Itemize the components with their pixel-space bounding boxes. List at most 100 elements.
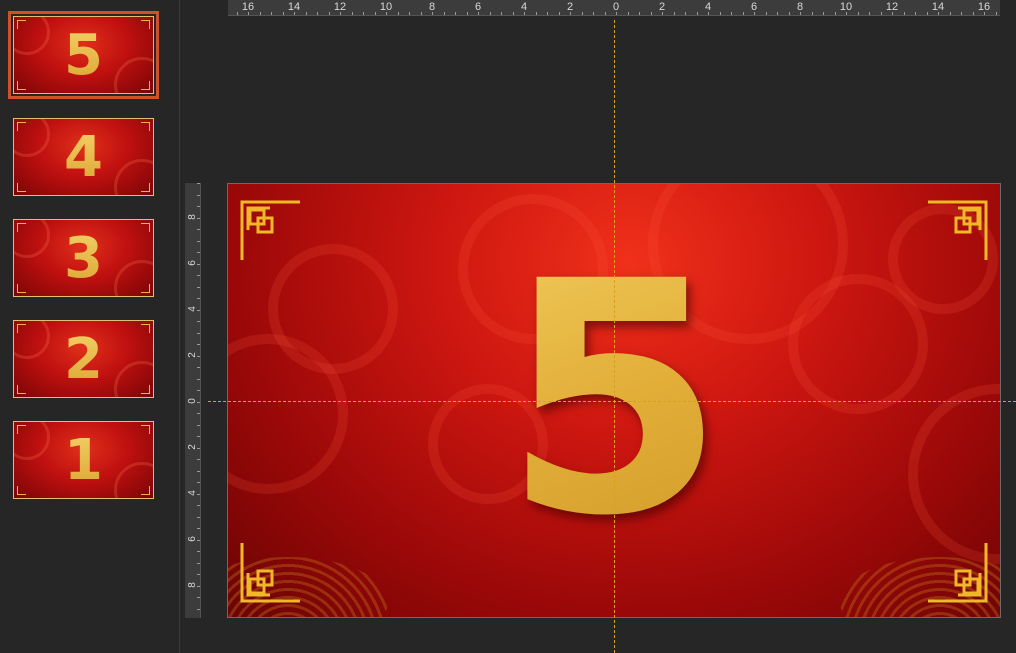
corner-ornament [141, 284, 150, 293]
ruler-tick [466, 12, 468, 15]
ruler-tick [455, 12, 456, 15]
ruler-tick [197, 286, 200, 288]
ruler-tick [340, 12, 341, 15]
ruler-tick [197, 551, 200, 552]
ruler-tick [328, 12, 330, 15]
ruler-tick [627, 12, 629, 15]
corner-ornament [141, 385, 150, 394]
ruler-tick [197, 321, 200, 322]
horizontal-guide[interactable] [208, 401, 1016, 402]
ruler-tick [777, 12, 778, 15]
ruler-tick [949, 12, 951, 15]
ruler-tick [386, 12, 387, 15]
ruler-tick [662, 12, 663, 15]
slide-thumbnail-3[interactable]: 3 [13, 219, 154, 297]
slide-thumbnail-4[interactable]: 4 [13, 118, 154, 196]
ruler-tick [880, 12, 882, 15]
ruler-tick [197, 482, 200, 483]
ruler-tick [432, 12, 433, 15]
slide-thumbnail-5[interactable]: 5 [8, 11, 159, 99]
ruler-tick [197, 194, 200, 196]
ruler-tick [197, 597, 200, 598]
corner-ornament [17, 486, 26, 495]
ruler-tick [259, 12, 261, 15]
ruler-tick [984, 12, 985, 15]
ruler-tick [197, 447, 200, 449]
corner-knot-ornament [928, 200, 988, 260]
horizontal-ruler[interactable]: 16 14 12 10 8 6 4 2 0 2 4 6 8 10 12 14 16 [228, 0, 1000, 16]
corner-knot-ornament [240, 200, 300, 260]
ruler-tick [197, 309, 200, 311]
ruler-tick [197, 332, 200, 334]
ruler-tick [995, 12, 997, 15]
ruler-tick [823, 12, 824, 15]
corner-knot-ornament [240, 543, 300, 603]
ruler-tick [972, 12, 974, 15]
vertical-guide[interactable] [614, 20, 615, 653]
ruler-tick [581, 12, 583, 15]
ruler-tick [604, 12, 606, 15]
ruler-tick [708, 12, 709, 15]
corner-knot-ornament [928, 543, 988, 603]
ruler-tick [197, 516, 200, 518]
corner-ornament [141, 122, 150, 131]
thumbnail-number: 5 [14, 21, 153, 91]
slide-thumbnail-1[interactable]: 1 [13, 421, 154, 499]
vertical-ruler[interactable]: 864202468 [185, 183, 201, 618]
ruler-tick [685, 12, 686, 15]
ruler-tick [570, 12, 571, 15]
ruler-tick [197, 275, 200, 276]
ruler-tick [197, 585, 200, 587]
ruler-tick [754, 12, 755, 15]
ruler-tick [788, 12, 790, 15]
ruler-tick [197, 263, 200, 265]
ruler-tick [197, 401, 200, 403]
corner-ornament [141, 81, 150, 90]
ruler-tick [673, 12, 675, 15]
slide-thumbnail-pane: 5 4 3 2 1 [0, 0, 180, 653]
thumbnail-number: 3 [14, 224, 153, 294]
ruler-tick [719, 12, 721, 15]
ruler-tick [197, 436, 200, 437]
ruler-tick [961, 12, 962, 15]
ruler-tick [397, 12, 399, 15]
ruler-tick [363, 12, 364, 15]
ruler-tick [317, 12, 318, 15]
ruler-tick [197, 240, 200, 242]
ruler-tick [197, 367, 200, 368]
ruler-tick [547, 12, 548, 15]
ruler-tick [197, 505, 200, 506]
ruler-tick [478, 12, 479, 15]
ruler-tick [558, 12, 560, 15]
ruler-tick [892, 12, 893, 15]
ruler-tick [512, 12, 514, 15]
ruler-tick [639, 12, 640, 15]
ruler-tick [197, 539, 200, 541]
corner-ornament [17, 284, 26, 293]
ruler-tick [351, 12, 353, 15]
ruler-tick [742, 12, 744, 15]
ruler-tick [915, 12, 916, 15]
ruler-tick [765, 12, 767, 15]
corner-ornament [17, 81, 26, 90]
corner-ornament [17, 20, 26, 29]
ruler-tick [409, 12, 410, 15]
corner-ornament [141, 425, 150, 434]
ruler-tick [197, 459, 200, 460]
corner-ornament [141, 223, 150, 232]
ruler-tick [197, 424, 200, 426]
ruler-tick [926, 12, 928, 15]
ruler-tick [846, 12, 847, 15]
ruler-tick [197, 493, 200, 495]
ruler-tick [197, 413, 200, 414]
ruler-tick [443, 12, 445, 15]
ruler-tick [197, 206, 200, 207]
ruler-tick [197, 344, 200, 345]
ruler-tick [938, 12, 939, 15]
ruler-tick [197, 390, 200, 391]
ruler-tick [535, 12, 537, 15]
ruler-tick [374, 12, 376, 15]
slide-thumbnail-2[interactable]: 2 [13, 320, 154, 398]
ruler-tick [197, 608, 200, 610]
thumbnail-number: 2 [14, 325, 153, 395]
